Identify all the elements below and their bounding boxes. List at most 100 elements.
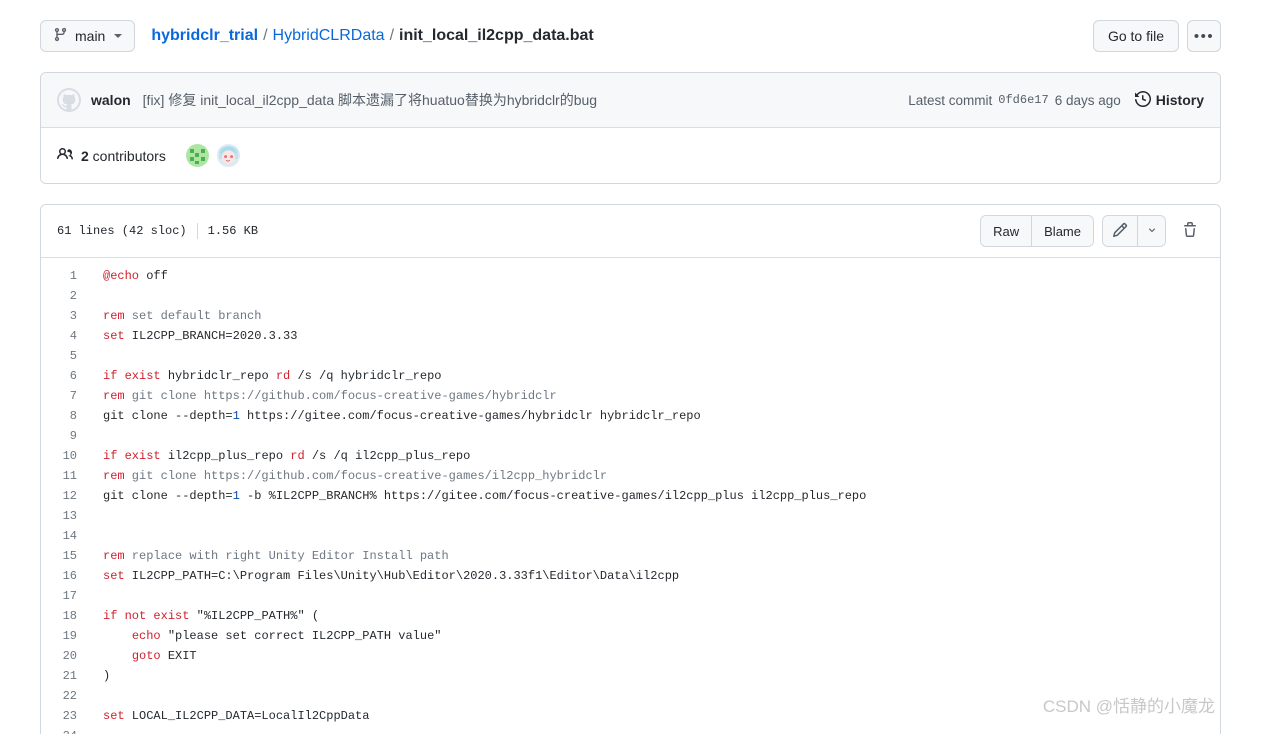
code-line: 10 if exist il2cpp_plus_repo rd /s /q il2… [41, 446, 1220, 466]
line-number[interactable]: 13 [41, 506, 93, 526]
line-number[interactable]: 16 [41, 566, 93, 586]
code-line: 14 [41, 526, 1220, 546]
edit-group [1102, 215, 1166, 247]
latest-commit-bar: walon [fix] 修复 init_local_il2cpp_data 脚本… [41, 73, 1220, 128]
code-line: 22 [41, 686, 1220, 706]
contributors-label[interactable]: 2 contributors [81, 148, 166, 164]
line-content: ) [93, 666, 1220, 686]
line-number[interactable]: 18 [41, 606, 93, 626]
line-number[interactable]: 6 [41, 366, 93, 386]
line-number[interactable]: 24 [41, 726, 93, 734]
code-token: git clone --depth= [103, 409, 233, 423]
line-number[interactable]: 1 [41, 266, 93, 286]
blame-button[interactable]: Blame [1031, 216, 1093, 246]
line-number[interactable]: 2 [41, 286, 93, 306]
commit-time: 6 days ago [1054, 92, 1121, 108]
go-to-file-button[interactable]: Go to file [1092, 20, 1179, 52]
code-token: exist [153, 609, 190, 623]
line-number[interactable]: 15 [41, 546, 93, 566]
code-token: rd [290, 449, 305, 463]
line-content: git clone --depth=1 -b %IL2CPP_BRANCH% h… [93, 486, 1220, 506]
code-token: set default branch [124, 309, 262, 323]
line-number[interactable]: 9 [41, 426, 93, 446]
line-number[interactable]: 23 [41, 706, 93, 726]
code-line: 6 if exist hybridclr_repo rd /s /q hybrid… [41, 366, 1220, 386]
line-number[interactable]: 8 [41, 406, 93, 426]
code-token: if [103, 369, 118, 383]
code-line: 4 set IL2CPP_BRANCH=2020.3.33 [41, 326, 1220, 346]
github-file-view: main hybridclr_trial / HybridCLRData / i… [0, 0, 1261, 734]
line-number[interactable]: 19 [41, 626, 93, 646]
line-content: if exist il2cpp_plus_repo rd /s /q il2cp… [93, 446, 1220, 466]
code-token: @echo [103, 269, 140, 283]
line-content: set IL2CPP_PATH=C:\Program Files\Unity\H… [93, 566, 1220, 586]
contributors-count: 2 [81, 147, 89, 164]
line-number[interactable]: 21 [41, 666, 93, 686]
line-number[interactable]: 4 [41, 326, 93, 346]
header-actions: Go to file ••• [1092, 20, 1221, 52]
line-number[interactable]: 12 [41, 486, 93, 506]
line-content [93, 346, 1220, 366]
breadcrumb-repo[interactable]: hybridclr_trial [151, 27, 258, 45]
code-token: off [139, 269, 168, 283]
line-number[interactable]: 17 [41, 586, 93, 606]
code-token: "%IL2CPP_PATH%" ( [189, 609, 320, 623]
breadcrumb: hybridclr_trial / HybridCLRData / init_l… [151, 27, 1077, 45]
line-content: git clone --depth=1 https://gitee.com/fo… [93, 406, 1220, 426]
contributor-avatar[interactable] [185, 144, 209, 167]
line-number[interactable]: 10 [41, 446, 93, 466]
divider [196, 223, 198, 239]
commit-author[interactable]: walon [91, 92, 131, 108]
code-line: 3 rem set default branch [41, 306, 1220, 326]
delete-file-button[interactable] [1176, 216, 1204, 246]
history-label: History [1155, 92, 1204, 108]
line-number[interactable]: 5 [41, 346, 93, 366]
code-token: if [103, 449, 118, 463]
commit-sha[interactable]: 0fd6e17 [998, 93, 1048, 107]
history-link[interactable]: History [1134, 90, 1204, 110]
edit-file-button[interactable] [1103, 216, 1137, 246]
code-token: rem [103, 309, 125, 323]
code-line: 11 rem git clone https://github.com/focus… [41, 466, 1220, 486]
breadcrumb-separator: / [389, 27, 395, 44]
line-number[interactable]: 20 [41, 646, 93, 666]
code-token: exist [124, 369, 161, 383]
code-line: 2 [41, 286, 1220, 306]
breadcrumb-directory[interactable]: HybridCLRData [273, 27, 385, 45]
edit-dropdown-button[interactable] [1137, 216, 1165, 246]
line-number[interactable]: 14 [41, 526, 93, 546]
chevron-down-icon [114, 34, 123, 38]
code-token: /s /q il2cpp_plus_repo [304, 449, 471, 463]
code-content[interactable]: 1 @echo off 2 3 rem set default branch 4 set I… [41, 258, 1220, 734]
latest-commit-label: Latest commit [908, 92, 993, 108]
code-line: 16 set IL2CPP_PATH=C:\Program Files\Unity… [41, 566, 1220, 586]
code-token: il2cpp_plus_repo [160, 449, 291, 463]
more-options-button[interactable]: ••• [1187, 20, 1221, 52]
code-line: 18 if not exist "%IL2CPP_PATH%" ( [41, 606, 1220, 626]
contributor-avatar[interactable] [216, 144, 240, 167]
commit-message[interactable]: [fix] 修复 init_local_il2cpp_data 脚本遗漏了将hu… [143, 90, 597, 110]
line-number[interactable]: 11 [41, 466, 93, 486]
code-token: EXIT [160, 649, 197, 663]
contributors-row: 2 contributors [41, 128, 1220, 183]
code-token: LOCAL_IL2CPP_DATA=LocalIl2CppData [124, 709, 370, 723]
line-content: rem git clone https://github.com/focus-c… [93, 466, 1220, 486]
contributor-avatars [185, 144, 240, 167]
code-token: if [103, 609, 118, 623]
code-token: rem [103, 389, 125, 403]
code-token: set [103, 569, 125, 583]
avatar[interactable] [57, 88, 81, 112]
file-toolbar-actions: Raw Blame [980, 215, 1204, 247]
line-content: echo "please set correct IL2CPP_PATH val… [93, 626, 1220, 646]
line-number[interactable]: 7 [41, 386, 93, 406]
code-line: 5 [41, 346, 1220, 366]
branch-selector[interactable]: main [40, 20, 136, 52]
line-content: rem set default branch [93, 306, 1220, 326]
line-content: @echo off [93, 266, 1220, 286]
code-token: IL2CPP_PATH=C:\Program Files\Unity\Hub\E… [124, 569, 680, 583]
line-number[interactable]: 22 [41, 686, 93, 706]
code-line: 13 [41, 506, 1220, 526]
line-number[interactable]: 3 [41, 306, 93, 326]
raw-button[interactable]: Raw [981, 216, 1032, 246]
